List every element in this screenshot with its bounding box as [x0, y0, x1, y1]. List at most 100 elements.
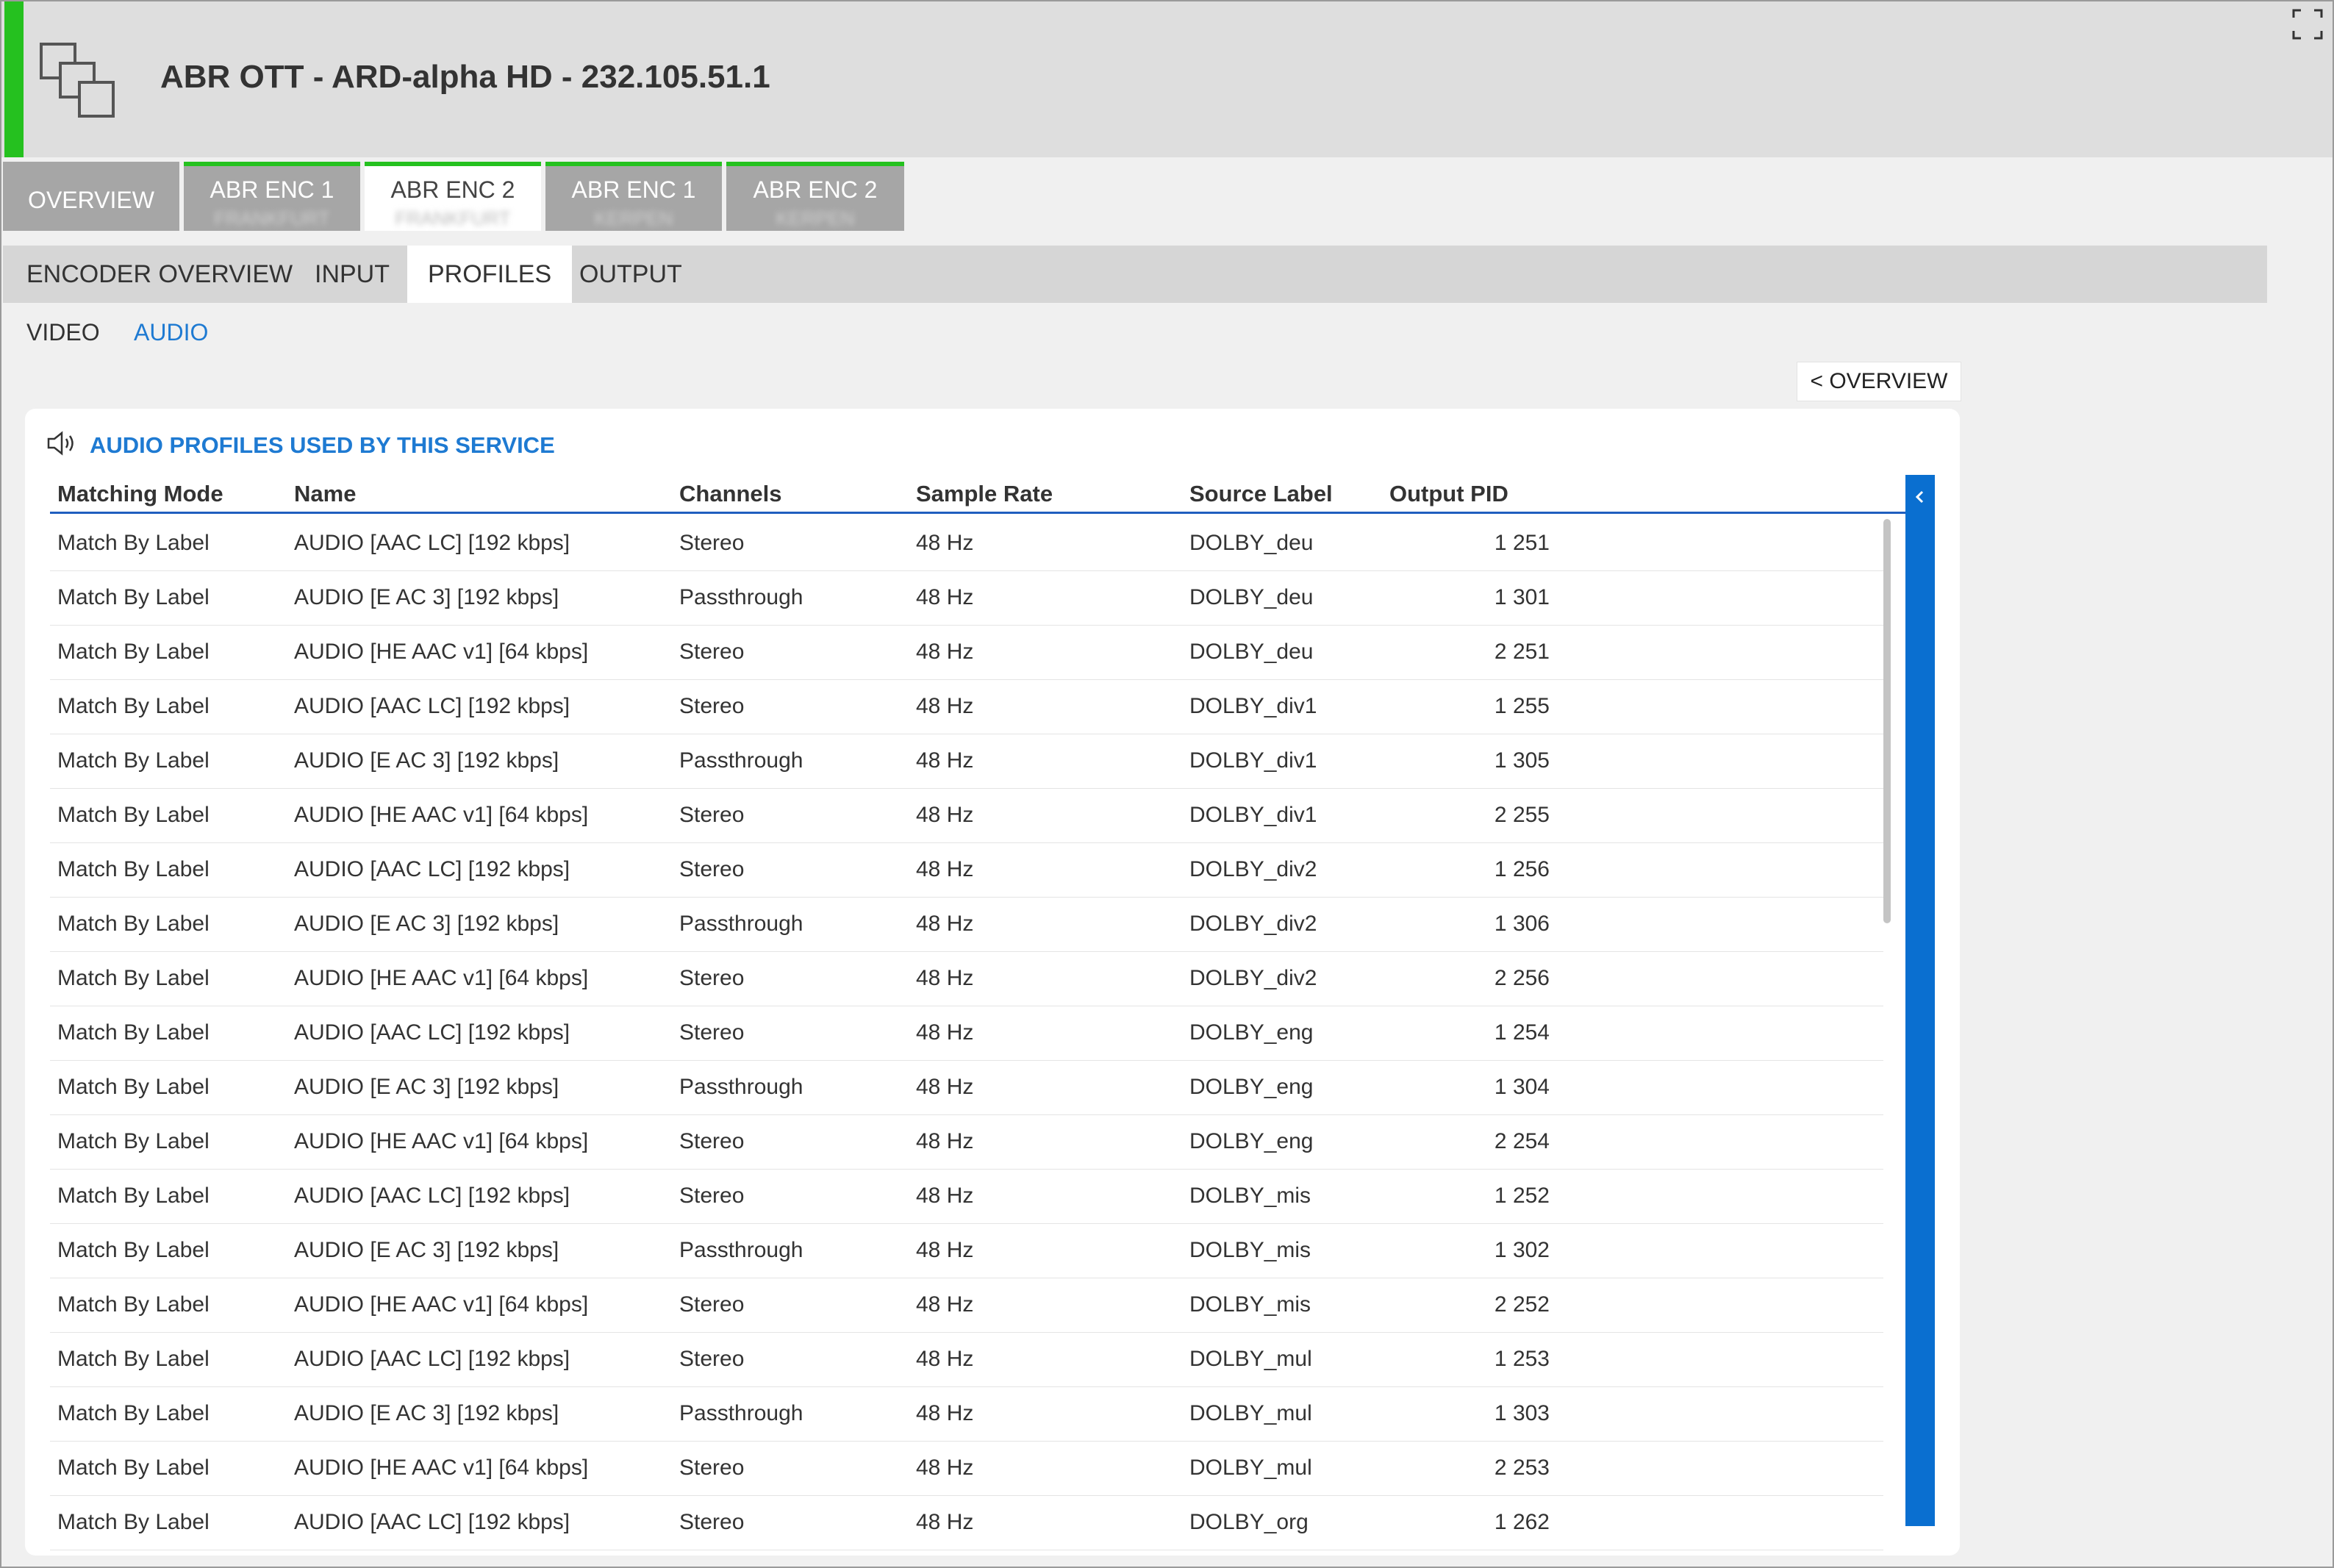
cell-matching-mode: Match By Label — [57, 694, 210, 718]
tab-abr-enc-2-kerpen[interactable]: ABR ENC 2 KERPEN — [726, 162, 904, 231]
speaker-icon — [47, 431, 74, 456]
section-tabs: ENCODER OVERVIEW INPUT PROFILES OUTPUT — [3, 246, 2267, 303]
cell-source-label: DOLBY_div2 — [1189, 857, 1317, 881]
cell-name: AUDIO [E AC 3] [192 kbps] — [294, 1075, 559, 1099]
column-header-sample-rate[interactable]: Sample Rate — [916, 481, 1053, 507]
cell-channels: Stereo — [679, 1347, 745, 1371]
service-windows-icon — [40, 43, 115, 118]
cell-channels: Stereo — [679, 1129, 745, 1153]
cell-matching-mode: Match By Label — [57, 1184, 210, 1208]
column-header-output-pid[interactable]: Output PID — [1389, 481, 1508, 507]
cell-channels: Stereo — [679, 531, 745, 555]
cell-name: AUDIO [AAC LC] [192 kbps] — [294, 1184, 570, 1208]
cell-channels: Stereo — [679, 1020, 745, 1045]
tab-encoder-overview[interactable]: ENCODER OVERVIEW — [6, 246, 313, 303]
cell-channels: Passthrough — [679, 585, 803, 609]
table-row[interactable]: Match By Label AUDIO [AAC LC] [192 kbps] S… — [50, 1169, 1883, 1224]
cell-name: AUDIO [AAC LC] [192 kbps] — [294, 531, 570, 555]
cell-matching-mode: Match By Label — [57, 1456, 210, 1480]
cell-source-label: DOLBY_div2 — [1189, 966, 1317, 990]
table-row[interactable]: Match By Label AUDIO [HE AAC v1] [64 kbps… — [50, 1114, 1883, 1170]
cell-output-pid: 1 262 — [1494, 1510, 1550, 1534]
cell-name: AUDIO [HE AAC v1] [64 kbps] — [294, 966, 589, 990]
tab-abr-enc-1-frankfurt[interactable]: ABR ENC 1 FRANKFURT — [184, 162, 360, 231]
cell-output-pid: 1 305 — [1494, 748, 1550, 773]
table-row[interactable]: Match By Label AUDIO [E AC 3] [192 kbps] P… — [50, 1386, 1883, 1442]
table-row[interactable]: Match By Label AUDIO [HE AAC v1] [64 kbps… — [50, 1278, 1883, 1333]
cell-output-pid: 2 251 — [1494, 640, 1550, 664]
tab-label: ABR ENC 2 — [753, 176, 878, 203]
cell-source-label: DOLBY_div1 — [1189, 694, 1317, 718]
cell-output-pid: 1 256 — [1494, 857, 1550, 881]
cell-sample-rate: 48 Hz — [916, 1238, 974, 1262]
cell-sample-rate: 48 Hz — [916, 748, 974, 773]
tab-abr-enc-2-frankfurt[interactable]: ABR ENC 2 FRANKFURT — [365, 162, 541, 231]
cell-output-pid: 2 255 — [1494, 803, 1550, 827]
cell-channels: Stereo — [679, 966, 745, 990]
table-row[interactable]: Match By Label AUDIO [AAC LC] [192 kbps] S… — [50, 842, 1883, 898]
video-link[interactable]: VIDEO — [26, 319, 100, 346]
cell-matching-mode: Match By Label — [57, 857, 210, 881]
cell-sample-rate: 48 Hz — [916, 1075, 974, 1099]
cell-sample-rate: 48 Hz — [916, 912, 974, 936]
fullscreen-icon[interactable] — [2292, 9, 2323, 40]
back-to-overview-button[interactable]: < OVERVIEW — [1797, 362, 1961, 401]
cell-matching-mode: Match By Label — [57, 1238, 210, 1262]
cell-name: AUDIO [E AC 3] [192 kbps] — [294, 585, 559, 609]
cell-source-label: DOLBY_deu — [1189, 640, 1314, 664]
cell-name: AUDIO [HE AAC v1] [64 kbps] — [294, 1129, 589, 1153]
tab-overview[interactable]: OVERVIEW — [3, 162, 179, 231]
table-row[interactable]: Match By Label AUDIO [AAC LC] [192 kbps] S… — [50, 1495, 1883, 1550]
cell-matching-mode: Match By Label — [57, 1510, 210, 1534]
cell-output-pid: 2 253 — [1494, 1456, 1550, 1480]
table-scrollbar-thumb[interactable] — [1883, 519, 1891, 923]
cell-output-pid: 2 254 — [1494, 1129, 1550, 1153]
column-header-source-label[interactable]: Source Label — [1189, 481, 1333, 507]
cell-source-label: DOLBY_mul — [1189, 1401, 1312, 1425]
cell-output-pid: 1 253 — [1494, 1347, 1550, 1371]
table-row[interactable]: Match By Label AUDIO [E AC 3] [192 kbps] P… — [50, 1060, 1883, 1115]
tab-output[interactable]: OUTPUT — [559, 246, 703, 303]
tab-input[interactable]: INPUT — [294, 246, 410, 303]
column-header-channels[interactable]: Channels — [679, 481, 782, 507]
cell-sample-rate: 48 Hz — [916, 803, 974, 827]
table-row[interactable]: Match By Label AUDIO [HE AAC v1] [64 kbps… — [50, 951, 1883, 1006]
chevron-left-icon — [1915, 490, 1924, 504]
table-row[interactable]: Match By Label AUDIO [E AC 3] [192 kbps] P… — [50, 897, 1883, 952]
cell-sample-rate: 48 Hz — [916, 1347, 974, 1371]
cell-channels: Passthrough — [679, 1401, 803, 1425]
cell-sample-rate: 48 Hz — [916, 1020, 974, 1045]
cell-source-label: DOLBY_div1 — [1189, 803, 1317, 827]
tab-abr-enc-1-kerpen[interactable]: ABR ENC 1 KERPEN — [545, 162, 722, 231]
table-row[interactable]: Match By Label AUDIO [E AC 3] [192 kbps] P… — [50, 734, 1883, 789]
cell-name: AUDIO [AAC LC] [192 kbps] — [294, 1347, 570, 1371]
column-header-matching-mode[interactable]: Matching Mode — [57, 481, 223, 507]
table-row[interactable]: Match By Label AUDIO [AAC LC] [192 kbps] S… — [50, 679, 1883, 734]
audio-link[interactable]: AUDIO — [134, 319, 208, 346]
cell-matching-mode: Match By Label — [57, 585, 210, 609]
table-row[interactable]: Match By Label AUDIO [HE AAC v1] [64 kbps… — [50, 625, 1883, 680]
cell-name: AUDIO [AAC LC] [192 kbps] — [294, 694, 570, 718]
table-row[interactable]: Match By Label AUDIO [HE AAC v1] [64 kbps… — [50, 1441, 1883, 1496]
side-panel-collapse[interactable] — [1905, 475, 1935, 1526]
table-row[interactable]: Match By Label AUDIO [E AC 3] [192 kbps] P… — [50, 570, 1883, 626]
cell-matching-mode: Match By Label — [57, 1347, 210, 1371]
tab-profiles[interactable]: PROFILES — [407, 246, 573, 303]
table-row[interactable]: Match By Label AUDIO [HE AAC v1] [64 kbps… — [50, 788, 1883, 843]
page-title: ABR OTT - ARD-alpha HD - 232.105.51.1 — [160, 59, 770, 95]
cell-name: AUDIO [AAC LC] [192 kbps] — [294, 1020, 570, 1045]
column-header-name[interactable]: Name — [294, 481, 356, 507]
cell-source-label: DOLBY_eng — [1189, 1129, 1314, 1153]
table-row[interactable]: Match By Label AUDIO [AAC LC] [192 kbps] S… — [50, 516, 1883, 571]
table-row[interactable]: Match By Label AUDIO [E AC 3] [192 kbps] P… — [50, 1223, 1883, 1278]
cell-output-pid: 2 256 — [1494, 966, 1550, 990]
table-row[interactable]: Match By Label AUDIO [AAC LC] [192 kbps] S… — [50, 1332, 1883, 1387]
cell-source-label: DOLBY_mis — [1189, 1292, 1311, 1317]
table-row[interactable]: Match By Label AUDIO [AAC LC] [192 kbps] S… — [50, 1006, 1883, 1061]
cell-output-pid: 1 254 — [1494, 1020, 1550, 1045]
cell-sample-rate: 48 Hz — [916, 585, 974, 609]
cell-sample-rate: 48 Hz — [916, 1510, 974, 1534]
cell-output-pid: 1 252 — [1494, 1184, 1550, 1208]
cell-name: AUDIO [HE AAC v1] [64 kbps] — [294, 640, 589, 664]
tab-location: KERPEN — [594, 207, 673, 229]
